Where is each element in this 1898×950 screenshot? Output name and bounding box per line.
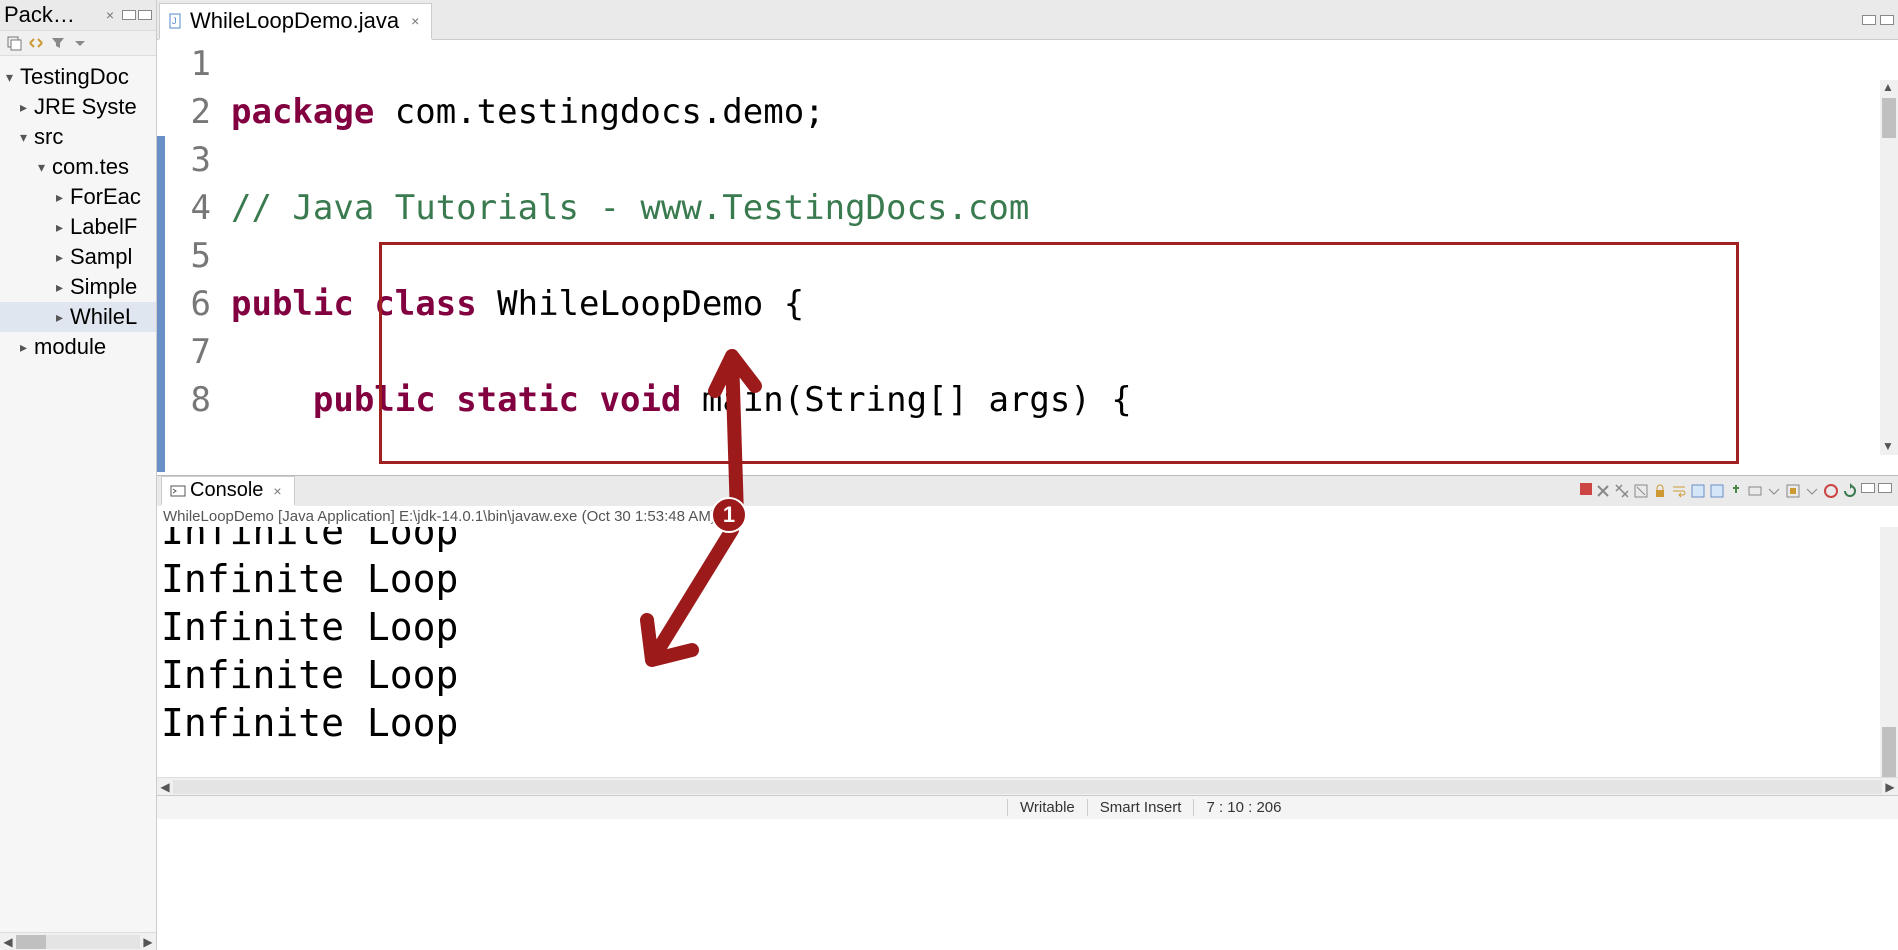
console-vscroll[interactable] <box>1880 527 1898 777</box>
twist-closed-icon[interactable]: ▸ <box>20 339 34 356</box>
console-line: Infinite Loop <box>161 651 1898 699</box>
editor-maximize-icon[interactable] <box>1880 15 1894 25</box>
console-tabs: Console × <box>157 476 1898 506</box>
sidebar-close-icon[interactable]: × <box>102 7 118 23</box>
console-minimize-icon[interactable] <box>1861 483 1875 493</box>
code-editor[interactable]: 1 2 3 4 5 6 7 8 package com.testingdocs.… <box>157 40 1898 475</box>
editor-tab-filename: WhileLoopDemo.java <box>190 8 399 34</box>
clear-console-icon[interactable] <box>1633 483 1649 499</box>
tree-file[interactable]: ▸ Sampl <box>0 242 156 272</box>
display-selected-icon[interactable] <box>1747 483 1763 499</box>
sidebar-hscroll[interactable]: ◀ ▶ <box>0 932 156 950</box>
console-toolbar <box>1580 483 1898 499</box>
console-line: Infinite Loop <box>161 603 1898 651</box>
pin-console-icon[interactable] <box>1728 483 1744 499</box>
status-writable: Writable <box>1007 799 1087 816</box>
console-hscroll[interactable]: ◀ ▶ <box>157 777 1898 795</box>
annotation-badge: 1 <box>711 497 747 533</box>
remove-launch-icon[interactable] <box>1595 483 1611 499</box>
line-number-gutter: 1 2 3 4 5 6 7 8 <box>157 40 219 475</box>
editor-tab-active[interactable]: J WhileLoopDemo.java × <box>159 3 432 40</box>
tree-file[interactable]: ▸ LabelF <box>0 212 156 242</box>
scroll-up-icon: ▲ <box>1880 80 1896 96</box>
scroll-left-icon[interactable]: ◀ <box>157 780 173 794</box>
tree-project[interactable]: ▾ TestingDoc <box>0 62 156 92</box>
open-console-icon[interactable] <box>1785 483 1801 499</box>
filter-icon[interactable] <box>50 35 66 51</box>
view-menu-icon[interactable] <box>72 35 88 51</box>
tree-package[interactable]: ▾ com.tes <box>0 152 156 182</box>
collapse-all-icon[interactable] <box>6 35 22 51</box>
status-bar: Writable Smart Insert 7 : 10 : 206 <box>157 795 1898 819</box>
show-on-stderr-icon[interactable] <box>1709 483 1725 499</box>
console-line: Infinite Loop <box>161 527 1898 555</box>
console-icon <box>170 483 186 499</box>
word-wrap-icon[interactable] <box>1671 483 1687 499</box>
maximize-icon[interactable] <box>138 10 152 20</box>
tab-close-icon[interactable]: × <box>407 13 423 29</box>
console-launch-info: WhileLoopDemo [Java Application] E:\jdk-… <box>157 506 1898 527</box>
restart-icon[interactable] <box>1842 483 1858 499</box>
link-editor-icon[interactable] <box>28 35 44 51</box>
tree-file[interactable]: ▸ ForEac <box>0 182 156 212</box>
editor-minimize-icon[interactable] <box>1862 15 1876 25</box>
scroll-right-icon[interactable]: ▶ <box>140 935 156 949</box>
sidebar-toolbar <box>0 31 156 56</box>
dropdown-icon[interactable] <box>1804 483 1820 499</box>
tree-jre[interactable]: ▸ JRE Syste <box>0 92 156 122</box>
twist-closed-icon[interactable]: ▸ <box>20 99 34 116</box>
twist-open-icon[interactable]: ▾ <box>38 159 52 176</box>
twist-open-icon[interactable]: ▾ <box>20 129 34 146</box>
console-tab-label: Console <box>190 479 263 502</box>
show-on-stdout-icon[interactable] <box>1690 483 1706 499</box>
twist-closed-icon[interactable]: ▸ <box>56 309 70 326</box>
status-insert-mode: Smart Insert <box>1087 799 1194 816</box>
scroll-down-icon: ▼ <box>1880 439 1896 455</box>
tree-module[interactable]: ▸ module <box>0 332 156 362</box>
console-tab[interactable]: Console × <box>161 476 295 506</box>
console-line: Infinite Loop <box>161 555 1898 603</box>
sidebar-header: Pack… × <box>0 0 156 31</box>
stop-icon[interactable] <box>1823 483 1839 499</box>
tree-src[interactable]: ▾ src <box>0 122 156 152</box>
twist-closed-icon[interactable]: ▸ <box>56 219 70 236</box>
remove-all-icon[interactable] <box>1614 483 1630 499</box>
minimize-icon[interactable] <box>122 10 136 20</box>
console-line: Infinite Loop <box>161 699 1898 747</box>
twist-open-icon[interactable]: ▾ <box>6 69 20 86</box>
project-tree[interactable]: ▾ TestingDoc ▸ JRE Syste ▾ src ▾ com.tes… <box>0 56 156 932</box>
console-output[interactable]: Infinite Loop Infinite Loop Infinite Loo… <box>157 527 1898 777</box>
tree-file-selected[interactable]: ▸ WhileL <box>0 302 156 332</box>
twist-closed-icon[interactable]: ▸ <box>56 189 70 206</box>
editor-vscroll[interactable]: ▲ ▼ <box>1880 80 1898 455</box>
svg-text:J: J <box>172 16 177 26</box>
twist-closed-icon[interactable]: ▸ <box>56 249 70 266</box>
content-area: J WhileLoopDemo.java × 1 2 3 4 5 6 7 8 <box>157 0 1898 950</box>
java-file-icon: J <box>168 13 184 29</box>
console-close-icon[interactable]: × <box>269 483 285 499</box>
code-content[interactable]: package com.testingdocs.demo; // Java Tu… <box>219 40 1898 475</box>
console-panel: Console × <box>157 475 1898 795</box>
sidebar-title: Pack… <box>4 2 102 28</box>
scroll-left-icon[interactable]: ◀ <box>0 935 16 949</box>
twist-closed-icon[interactable]: ▸ <box>56 279 70 296</box>
package-explorer-sidebar: Pack… × ▾ TestingDoc ▸ JRE Syste ▾ <box>0 0 157 950</box>
tree-file[interactable]: ▸ Simple <box>0 272 156 302</box>
code-marker-bar <box>157 136 165 472</box>
editor-tabs: J WhileLoopDemo.java × <box>157 0 1898 40</box>
status-caret-pos: 7 : 10 : 206 <box>1193 799 1293 816</box>
scroll-right-icon[interactable]: ▶ <box>1882 780 1898 794</box>
scroll-lock-icon[interactable] <box>1652 483 1668 499</box>
console-maximize-icon[interactable] <box>1878 483 1892 493</box>
dropdown-icon[interactable] <box>1766 483 1782 499</box>
terminate-icon[interactable] <box>1580 483 1592 495</box>
